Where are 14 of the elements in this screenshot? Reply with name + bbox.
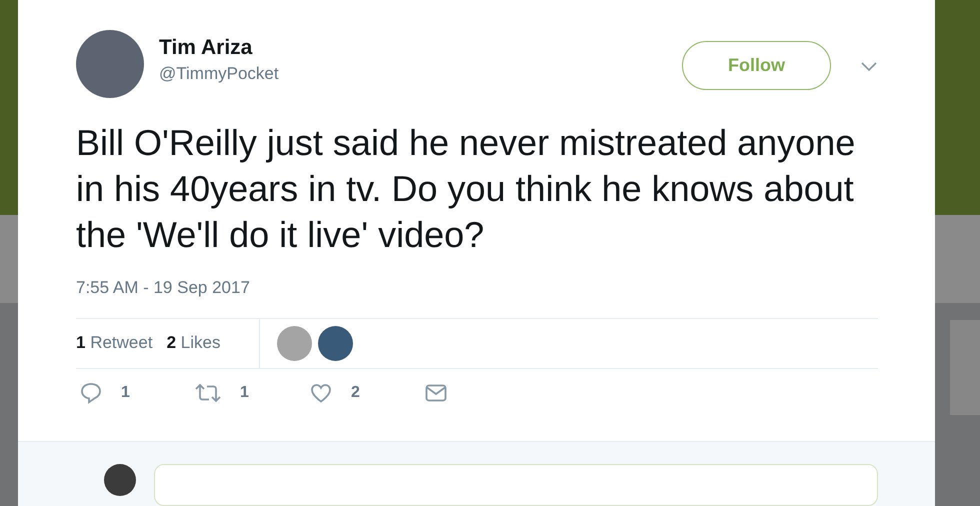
action-count: 1	[240, 384, 249, 402]
action-count: 1	[121, 384, 130, 402]
chevron-down-icon[interactable]	[861, 62, 877, 72]
tweet-text: Bill O'Reilly just said he never mistreated anyone in his 40years in tv. Do you think he knows about the 'We'll do it live' video?	[76, 121, 856, 257]
reply-icon[interactable]	[79, 380, 103, 405]
tweet-timestamp[interactable]: 7:55 AM - 19 Sep 2017	[76, 278, 935, 298]
reply-field[interactable]	[154, 464, 878, 506]
stat-link[interactable]: 1 Retweet	[76, 333, 153, 354]
liker-avatar[interactable]	[318, 326, 353, 361]
author-handle[interactable]: @TimmyPocket	[159, 63, 279, 85]
author-name[interactable]: Tim Ariza	[159, 35, 279, 61]
action-count: 2	[351, 384, 360, 402]
stat-link[interactable]: 2 Likes	[166, 333, 220, 354]
user-avatar	[104, 464, 136, 496]
